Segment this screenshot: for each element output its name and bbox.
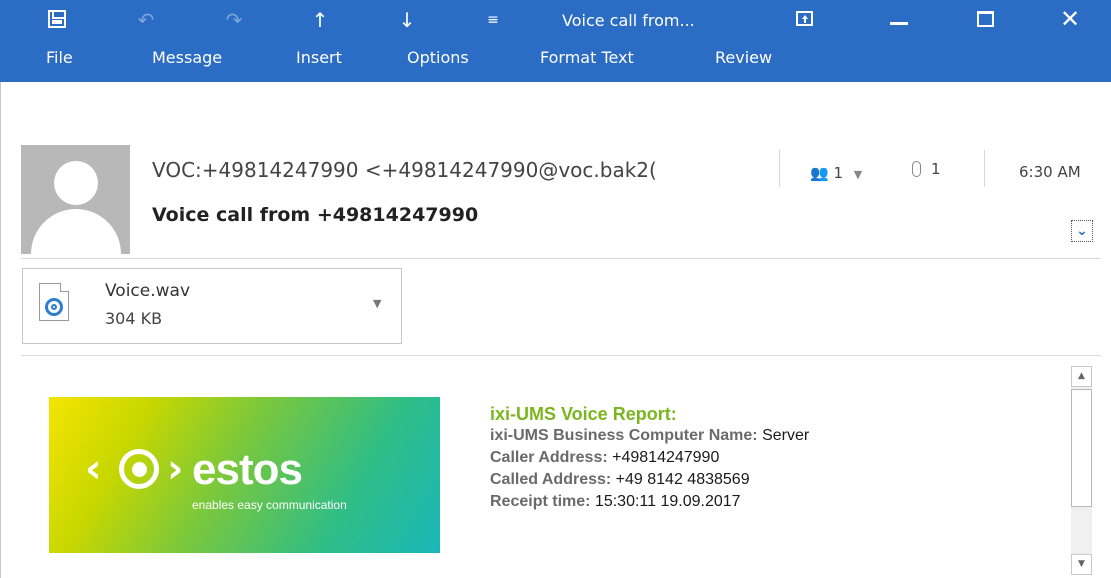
restore-ribbon-icon[interactable] bbox=[796, 11, 813, 26]
maximize-icon[interactable] bbox=[977, 11, 994, 27]
down-arrow-icon[interactable]: ↓ bbox=[392, 8, 422, 32]
voice-report: ixi-UMS Voice Report: ixi-UMS Business C… bbox=[490, 403, 809, 513]
divider bbox=[21, 355, 1101, 356]
tab-insert[interactable]: Insert bbox=[296, 48, 342, 67]
audio-disc-shape bbox=[45, 298, 63, 316]
header-divider bbox=[984, 150, 985, 187]
attachment-size: 304 KB bbox=[105, 309, 163, 328]
scroll-down-icon[interactable]: ▼ bbox=[1071, 554, 1092, 575]
logo-tagline: enables easy communication bbox=[192, 498, 347, 512]
report-line: Receipt time: 15:30:11 19.09.2017 bbox=[490, 491, 809, 513]
received-time: 6:30 AM bbox=[1019, 163, 1081, 181]
sender-address[interactable]: VOC:+49814247990 <+49814247990@voc.bak2( bbox=[152, 158, 760, 182]
ribbon-tabs: File Message Insert Options Format Text … bbox=[0, 40, 1111, 115]
audio-file-icon bbox=[39, 283, 69, 321]
scroll-thumb[interactable] bbox=[1071, 389, 1092, 507]
attachment-chip[interactable]: Voice.wav 304 KB ▼ bbox=[22, 268, 402, 344]
report-label: ixi-UMS Business Computer Name: bbox=[490, 427, 758, 444]
people-icon: 👥 bbox=[810, 164, 829, 182]
expand-icon[interactable]: ⌄ bbox=[1071, 220, 1093, 242]
report-line: ixi-UMS Business Computer Name: Server bbox=[490, 425, 809, 447]
divider bbox=[21, 258, 1101, 259]
customize-qat-icon[interactable]: ≡ bbox=[478, 8, 508, 32]
tab-format-text[interactable]: Format Text bbox=[540, 48, 634, 67]
tab-message[interactable]: Message bbox=[152, 48, 222, 67]
dropdown-arrow-icon[interactable]: ▼ bbox=[373, 297, 381, 310]
quick-access-toolbar: ↶ ↷ ↑ ↓ ≡ Voice call from... ✕ bbox=[0, 0, 1111, 40]
tab-file[interactable]: File bbox=[46, 48, 73, 67]
report-line: Caller Address: +49814247990 bbox=[490, 447, 809, 469]
estos-banner-image: ‹ › estos enables easy communication bbox=[49, 397, 440, 553]
tab-options[interactable]: Options bbox=[407, 48, 469, 67]
attachment-name: Voice.wav bbox=[105, 281, 191, 301]
close-icon[interactable]: ✕ bbox=[1060, 5, 1080, 33]
message-subject: Voice call from +49814247990 bbox=[152, 204, 479, 226]
report-value: 15:30:11 19.09.2017 bbox=[594, 493, 741, 510]
report-label: Caller Address: bbox=[490, 449, 608, 466]
logo-left-bracket: ‹ bbox=[85, 446, 102, 492]
people-count: 1 bbox=[833, 164, 844, 182]
undo-icon[interactable]: ↶ bbox=[131, 8, 161, 32]
tell-me-label: Tell me... bbox=[843, 96, 915, 115]
avatar[interactable] bbox=[21, 145, 130, 254]
report-value: Server bbox=[762, 427, 810, 444]
report-title: ixi-UMS Voice Report: bbox=[490, 404, 677, 424]
up-arrow-icon[interactable]: ↑ bbox=[305, 8, 335, 32]
paperclip-icon bbox=[912, 161, 921, 177]
report-value: +49 8142 4838569 bbox=[615, 471, 750, 488]
save-icon[interactable] bbox=[48, 10, 66, 28]
tab-review[interactable]: Review bbox=[715, 48, 772, 67]
attachment-count: 1 bbox=[931, 160, 941, 178]
people-button[interactable]: 👥 1 ▼ bbox=[810, 164, 862, 182]
report-line: Called Address: +49 8142 4838569 bbox=[490, 469, 809, 491]
report-label: Receipt time: bbox=[490, 493, 591, 510]
logo-right-bracket: › bbox=[167, 446, 184, 492]
chevron-down-icon: ▼ bbox=[853, 168, 863, 181]
window-border bbox=[0, 82, 1, 578]
report-value: +49814247990 bbox=[612, 449, 720, 466]
window-title: Voice call from... bbox=[562, 11, 695, 30]
report-label: Called Address: bbox=[490, 471, 612, 488]
header-divider bbox=[779, 150, 780, 187]
title-bar: ↶ ↷ ↑ ↓ ≡ Voice call from... ✕ File Mess… bbox=[0, 0, 1111, 115]
redo-icon[interactable]: ↷ bbox=[219, 8, 249, 32]
scroll-up-icon[interactable]: ▲ bbox=[1071, 366, 1092, 387]
vertical-scrollbar[interactable]: ▲ ▼ bbox=[1071, 366, 1092, 575]
avatar-body-shape bbox=[31, 209, 121, 254]
avatar-head-shape bbox=[54, 161, 98, 205]
logo-ring bbox=[119, 449, 159, 489]
logo-wordmark: estos bbox=[192, 445, 303, 494]
attachment-count-indicator[interactable]: 1 bbox=[912, 160, 941, 178]
minimize-icon[interactable] bbox=[890, 22, 908, 25]
